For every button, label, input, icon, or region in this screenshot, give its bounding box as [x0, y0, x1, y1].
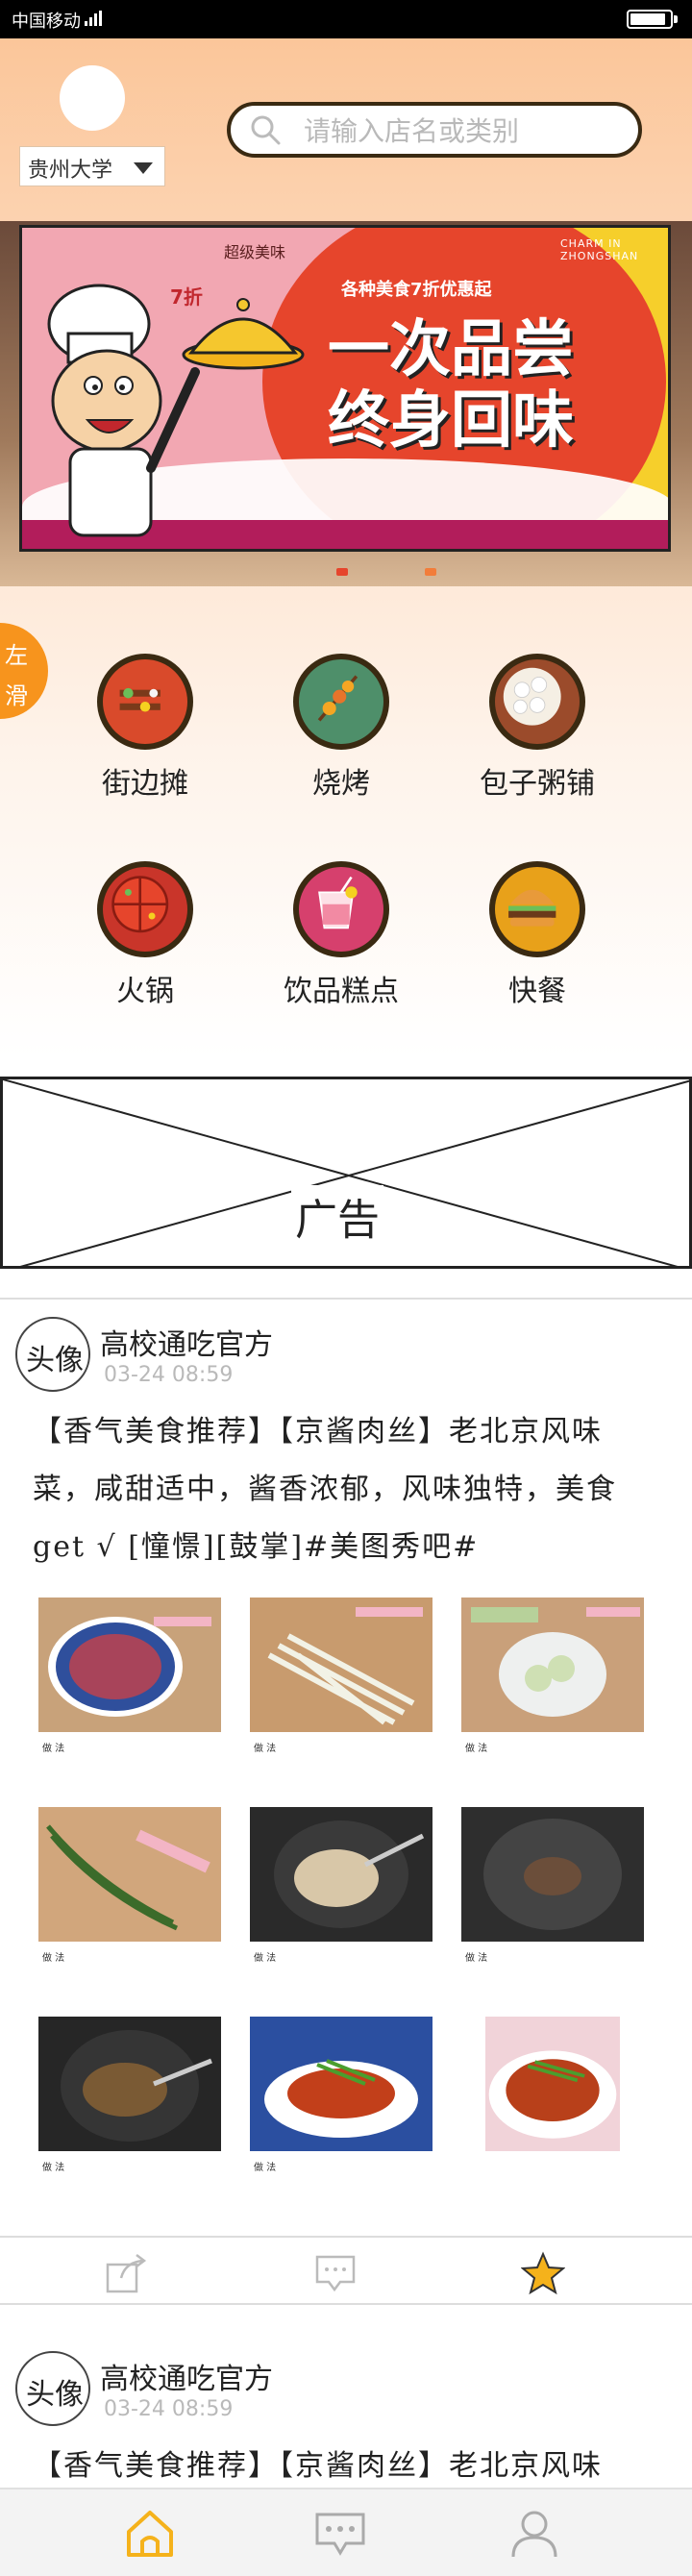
category-bun-porridge[interactable]: 包子粥铺 [465, 654, 609, 801]
post-photo[interactable]: 做 法 [38, 1807, 221, 1990]
category-fast-food[interactable]: 快餐 [465, 861, 609, 1008]
banner-indicator-2[interactable] [425, 568, 436, 576]
search-input[interactable] [304, 113, 621, 148]
promo-banner[interactable]: 超级美味 7折 CHARM IN ZHONGSHAN 各种美食7折优惠起 一次品… [19, 225, 671, 552]
category-label: 饮品糕点 [284, 975, 399, 1008]
bun-porridge-icon [489, 654, 585, 750]
school-selector[interactable]: 贵州大学 [19, 146, 165, 186]
user-avatar[interactable] [60, 65, 125, 131]
post-text: 【香气美食推荐】【京酱肉丝】老北京风味 [33, 2449, 603, 2483]
battery-icon [627, 10, 678, 29]
hotpot-icon [97, 861, 193, 957]
profile-icon[interactable] [507, 2507, 561, 2561]
status-bar: 中国移动 [0, 0, 692, 38]
search-icon [251, 115, 281, 145]
post-photo[interactable]: 做 法 [250, 1598, 432, 1780]
street-stall-icon [97, 654, 193, 750]
post-photo[interactable] [461, 2017, 644, 2199]
ad-banner[interactable]: 广告 [0, 1077, 692, 1269]
banner-indicator-1[interactable] [336, 568, 348, 576]
post-photo[interactable]: 做 法 [38, 2017, 221, 2199]
post-avatar[interactable]: 头像 [15, 2351, 90, 2426]
post-actions [0, 2236, 692, 2305]
search-bar[interactable] [227, 102, 642, 158]
category-street-stall[interactable]: 街边摊 [73, 654, 217, 801]
ad-label: 广告 [291, 1185, 383, 1247]
category-label: 快餐 [508, 975, 566, 1008]
category-bbq[interactable]: 烧烤 [269, 654, 413, 801]
post-time: 03-24 08:59 [104, 1363, 234, 1387]
star-icon[interactable] [521, 2251, 565, 2295]
category-drinks-pastry[interactable]: 饮品糕点 [269, 861, 413, 1008]
message-icon[interactable] [313, 2507, 367, 2561]
banner-headline: 一次品尝 终身回味 [328, 314, 574, 457]
post-text: 【香气美食推荐】【京酱肉丝】老北京风味菜，咸甜适中，酱香浓郁，风味独特，美食ge… [33, 1415, 617, 1564]
post-photo[interactable]: 做 法 [38, 1598, 221, 1780]
bottom-tab-bar [0, 2488, 692, 2576]
banner-small-title: CHARM IN ZHONGSHAN [560, 237, 639, 262]
drink-icon [293, 861, 389, 957]
share-icon[interactable] [104, 2251, 148, 2295]
carrier-label: 中国移动 [12, 12, 81, 32]
banner-subtitle: 各种美食7折优惠起 [341, 280, 492, 300]
post-photo[interactable]: 做 法 [250, 1807, 432, 1990]
post-author[interactable]: 高校通吃官方 [100, 1321, 273, 1363]
category-label: 包子粥铺 [480, 767, 595, 801]
post-photo[interactable]: 做 法 [461, 1598, 644, 1780]
home-icon[interactable] [123, 2507, 177, 2561]
post-avatar[interactable]: 头像 [15, 1317, 90, 1392]
school-label: 贵州大学 [28, 159, 113, 183]
caret-down-icon [134, 162, 153, 174]
category-hotpot[interactable]: 火锅 [73, 861, 217, 1008]
category-label: 烧烤 [312, 767, 370, 801]
post-time: 03-24 08:59 [104, 2397, 234, 2421]
signal-icon [85, 11, 102, 26]
post-photo-grid: 做 法 做 法 做 法 做 法 做 法 做 法 做 法 做 法 [38, 1598, 654, 2213]
bbq-icon [293, 654, 389, 750]
category-label: 火锅 [116, 975, 174, 1008]
category-label: 街边摊 [102, 767, 188, 801]
burger-icon [489, 861, 585, 957]
banner-super-label: 超级美味 [224, 243, 286, 261]
comment-icon[interactable] [313, 2251, 358, 2295]
post-author[interactable]: 高校通吃官方 [100, 2355, 273, 2397]
post-photo[interactable]: 做 法 [461, 1807, 644, 1990]
divider [0, 1298, 692, 1300]
chef-illustration [47, 284, 305, 537]
post-photo[interactable]: 做 法 [250, 2017, 432, 2199]
